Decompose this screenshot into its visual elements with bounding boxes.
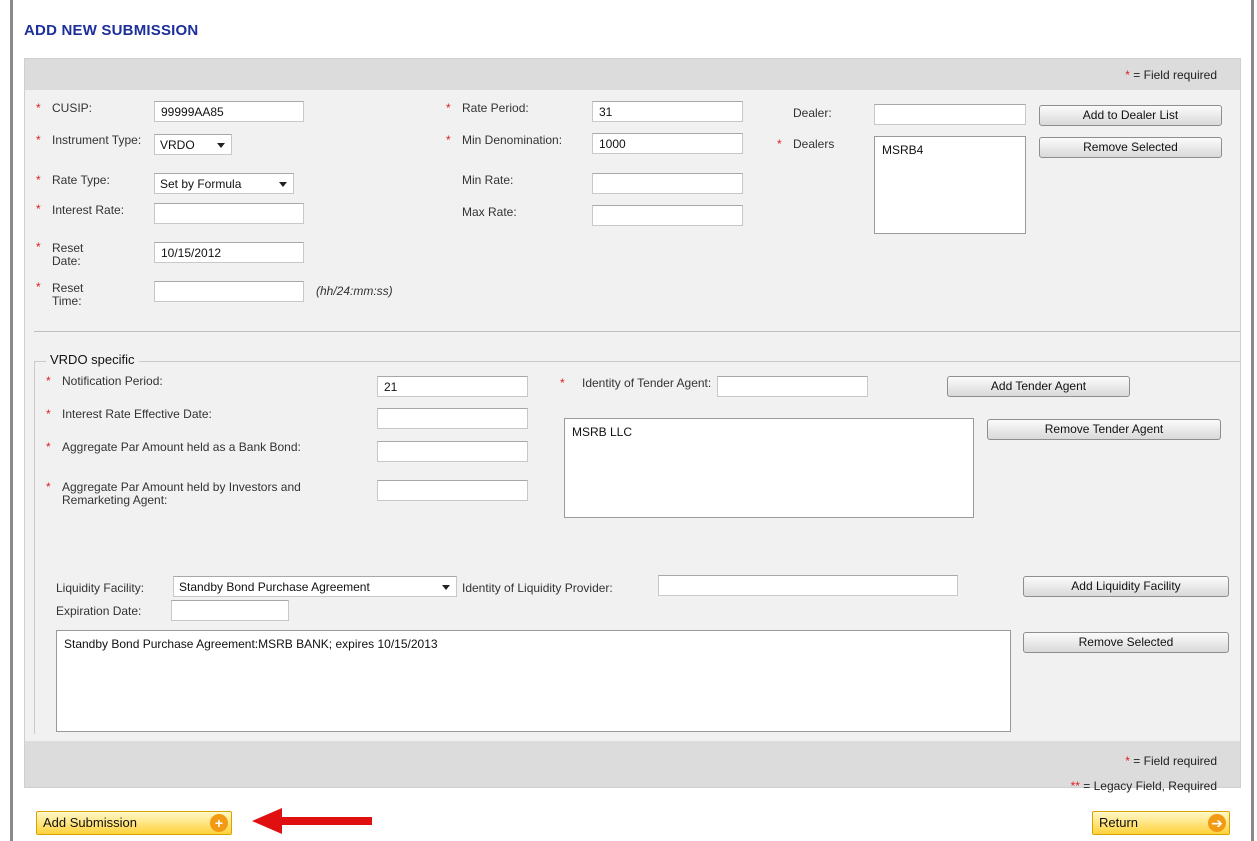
interest-rate-input[interactable]: [154, 203, 304, 224]
dealers-label: Dealers: [793, 137, 835, 151]
required-star: *: [446, 133, 451, 147]
bottom-band: [25, 741, 1240, 787]
add-liquidity-facility-button[interactable]: Add Liquidity Facility: [1023, 576, 1229, 597]
notification-period-input[interactable]: 21: [377, 376, 528, 397]
reset-date-label: Reset Date:: [52, 241, 84, 268]
max-rate-label: Max Rate:: [462, 205, 517, 219]
remove-selected-dealer-button[interactable]: Remove Selected: [1039, 137, 1222, 158]
dealer-input[interactable]: [874, 104, 1026, 125]
required-star: *: [36, 280, 41, 294]
expiration-date-label: Expiration Date:: [56, 604, 142, 618]
reset-time-label: Reset Time:: [52, 281, 84, 308]
section-divider: [34, 331, 1240, 332]
tender-agent-label: Identity of Tender Agent:: [582, 376, 712, 390]
add-tender-agent-button[interactable]: Add Tender Agent: [947, 376, 1130, 397]
add-submission-button[interactable]: Add Submission +: [36, 811, 232, 835]
legacy-note: ** = Legacy Field, Required: [1070, 779, 1217, 793]
vrdo-legend: VRDO specific: [46, 352, 139, 367]
instrument-type-select[interactable]: VRDO: [154, 134, 232, 155]
list-item[interactable]: MSRB LLC: [572, 425, 966, 439]
required-star: *: [46, 407, 51, 421]
investors-remarketing-label: Aggregate Par Amount held by Investors a…: [62, 480, 301, 507]
min-denomination-label: Min Denomination:: [462, 133, 563, 147]
required-star: *: [36, 173, 41, 187]
required-note-bottom: * = Field required: [1125, 754, 1217, 768]
reset-time-hint: (hh/24:mm:ss): [316, 284, 393, 298]
required-star: *: [777, 137, 782, 151]
max-rate-input[interactable]: [592, 205, 743, 226]
bank-bond-input[interactable]: [377, 441, 528, 462]
chevron-down-icon: [217, 143, 225, 148]
tender-agent-listbox[interactable]: MSRB LLC: [564, 418, 974, 518]
rate-period-label: Rate Period:: [462, 101, 529, 115]
tender-agent-input[interactable]: [717, 376, 868, 397]
interest-rate-effective-date-label: Interest Rate Effective Date:: [62, 407, 212, 421]
interest-rate-label: Interest Rate:: [52, 203, 125, 217]
reset-time-input[interactable]: [154, 281, 304, 302]
expiration-date-input[interactable]: [171, 600, 289, 621]
instrument-type-label: Instrument Type:: [52, 133, 142, 147]
rate-type-label: Rate Type:: [52, 173, 110, 187]
liquidity-facility-listbox[interactable]: Standby Bond Purchase Agreement:MSRB BAN…: [56, 630, 1011, 732]
dealer-label: Dealer:: [793, 106, 832, 120]
reset-date-input[interactable]: 10/15/2012: [154, 242, 304, 263]
bank-bond-label: Aggregate Par Amount held as a Bank Bond…: [62, 440, 301, 454]
min-rate-label: Min Rate:: [462, 173, 514, 187]
plus-icon: +: [210, 814, 228, 832]
rate-period-input[interactable]: 31: [592, 101, 743, 122]
required-star: *: [36, 240, 41, 254]
required-star: *: [46, 440, 51, 454]
investors-remarketing-input[interactable]: [377, 480, 528, 501]
required-star: *: [36, 101, 41, 115]
page-title: ADD NEW SUBMISSION: [24, 22, 199, 39]
remove-selected-liquidity-button[interactable]: Remove Selected: [1023, 632, 1229, 653]
rate-type-select[interactable]: Set by Formula: [154, 173, 294, 194]
min-rate-input[interactable]: [592, 173, 743, 194]
top-band: [25, 59, 1240, 90]
required-star: *: [560, 376, 565, 390]
liquidity-provider-input[interactable]: [658, 575, 958, 596]
chevron-down-icon: [442, 585, 450, 590]
required-star: *: [36, 133, 41, 147]
required-note-top: * = Field required: [1125, 68, 1217, 82]
notification-period-label: Notification Period:: [62, 374, 163, 388]
add-to-dealer-list-button[interactable]: Add to Dealer List: [1039, 105, 1222, 126]
arrow-right-icon: ➔: [1208, 814, 1226, 832]
liquidity-facility-label: Liquidity Facility:: [56, 581, 145, 595]
dealers-listbox[interactable]: MSRB4: [874, 136, 1026, 234]
red-arrow-icon: [252, 808, 372, 834]
chevron-down-icon: [279, 182, 287, 187]
cusip-input[interactable]: 99999AA85: [154, 101, 304, 122]
remove-tender-agent-button[interactable]: Remove Tender Agent: [987, 419, 1221, 440]
required-star: *: [36, 202, 41, 216]
liquidity-provider-label: Identity of Liquidity Provider:: [462, 581, 613, 595]
liquidity-facility-select[interactable]: Standby Bond Purchase Agreement: [173, 576, 457, 597]
return-button[interactable]: Return ➔: [1092, 811, 1230, 835]
list-item[interactable]: Standby Bond Purchase Agreement:MSRB BAN…: [64, 637, 1003, 651]
required-star: *: [46, 374, 51, 388]
cusip-label: CUSIP:: [52, 101, 93, 115]
list-item[interactable]: MSRB4: [882, 143, 1018, 157]
min-denomination-input[interactable]: 1000: [592, 133, 743, 154]
interest-rate-effective-date-input[interactable]: [377, 408, 528, 429]
required-star: *: [446, 101, 451, 115]
required-star: *: [46, 480, 51, 494]
